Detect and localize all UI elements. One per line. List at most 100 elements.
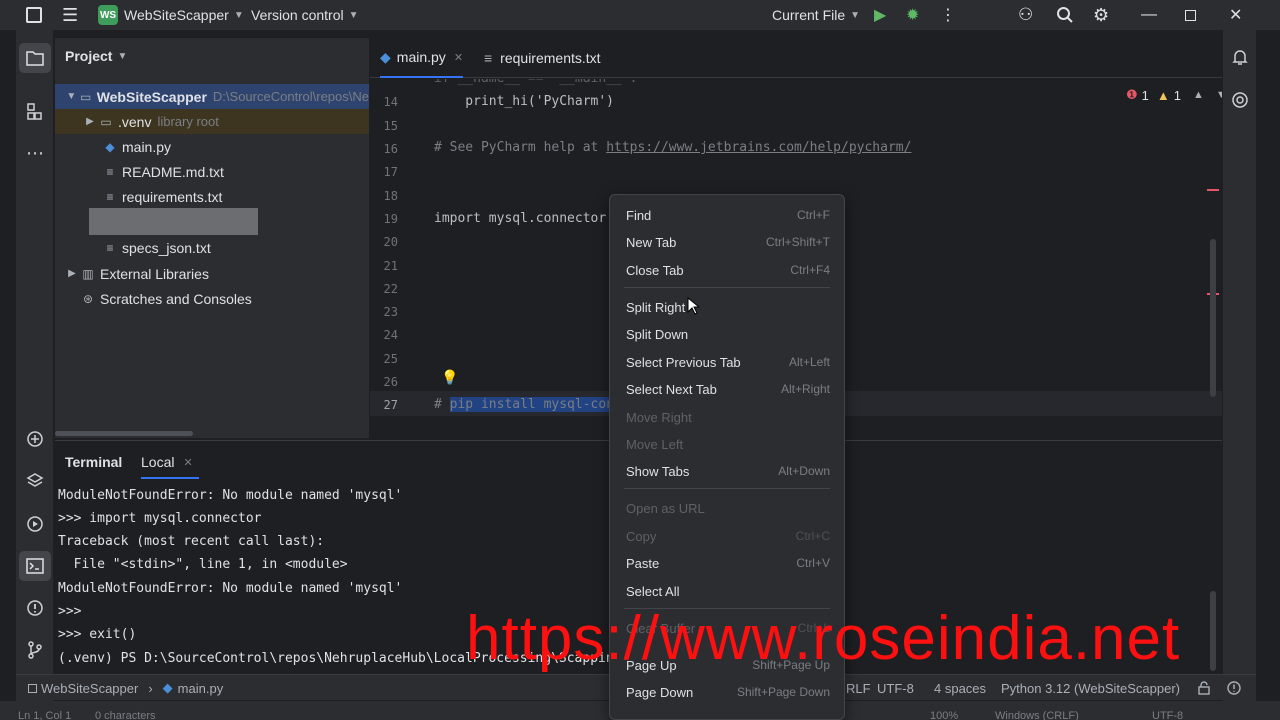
vertical-scrollbar[interactable] bbox=[1210, 239, 1216, 397]
breadcrumb-project[interactable]: WebSiteScapper bbox=[41, 681, 138, 696]
line-separator[interactable]: RLF bbox=[846, 675, 871, 701]
horizontal-scrollbar[interactable] bbox=[55, 431, 193, 436]
project-panel-title[interactable]: Project ▼ bbox=[65, 48, 127, 64]
tab-requirements[interactable]: ≡ requirements.txt bbox=[484, 38, 601, 78]
main-menu-icon[interactable]: ☰ bbox=[62, 0, 78, 30]
warning-count: 1 bbox=[1173, 87, 1181, 103]
run-config-label: Current File bbox=[772, 7, 846, 23]
notifications-icon[interactable] bbox=[1231, 48, 1249, 69]
structure-icon[interactable] bbox=[16, 97, 54, 127]
menu-item-select-previous-tab[interactable]: Select Previous Tab Alt+Left bbox=[618, 350, 836, 374]
terminal-prompt[interactable]: (.venv) PS D:\SourceControl\repos\Nehrup… bbox=[58, 651, 629, 666]
active-tab-indicator bbox=[141, 477, 199, 479]
text-file-icon: ≡ bbox=[484, 50, 493, 66]
tree-item-requirements[interactable]: ≡ requirements.txt bbox=[55, 184, 369, 209]
minimize-button[interactable]: — bbox=[1141, 0, 1157, 30]
menu-item-select-next-tab[interactable]: Select Next Tab Alt+Right bbox=[618, 377, 836, 401]
terminal-scrollbar[interactable] bbox=[1210, 591, 1216, 671]
line-number: 15 bbox=[383, 119, 398, 133]
more-tools-icon[interactable]: ⋯ bbox=[16, 138, 54, 168]
file-encoding[interactable]: UTF-8 bbox=[877, 675, 914, 701]
debug-icon[interactable]: ✹ bbox=[906, 0, 919, 30]
git-icon[interactable] bbox=[16, 635, 54, 665]
line-number: 21 bbox=[383, 259, 398, 273]
lock-icon[interactable] bbox=[1198, 675, 1210, 701]
project-panel: Project ▼ ▼ ▭ WebSiteScapper D:\SourceCo… bbox=[55, 38, 369, 438]
chevron-down-icon[interactable]: ▼ bbox=[1216, 89, 1222, 101]
error-icon: ❶ bbox=[1126, 87, 1138, 102]
line-number: 19 bbox=[383, 212, 398, 226]
menu-shortcut: Ctrl+L bbox=[797, 621, 830, 635]
close-tab-icon[interactable]: ✕ bbox=[183, 456, 192, 469]
project-switcher[interactable]: WS WebSiteScapper ▼ bbox=[98, 0, 244, 30]
python-console-icon[interactable] bbox=[16, 424, 54, 454]
tree-label: External Libraries bbox=[100, 265, 209, 282]
python-file-icon: ◆ bbox=[162, 680, 173, 695]
line-number: 25 bbox=[383, 352, 398, 366]
menu-item-split-down[interactable]: Split Down bbox=[618, 322, 836, 346]
status-icon[interactable] bbox=[1227, 675, 1241, 701]
menu-item-page-up[interactable]: Page Up Shift+Page Up bbox=[618, 653, 836, 677]
chevron-right-icon: › bbox=[148, 680, 153, 696]
vcs-menu[interactable]: Version control ▼ bbox=[251, 0, 359, 30]
line-number: 22 bbox=[383, 282, 398, 296]
tree-item-readme[interactable]: ≡ README.md.txt bbox=[55, 159, 369, 184]
tree-path: D:\SourceControl\repos\Ne bbox=[212, 89, 369, 104]
lightbulb-icon[interactable]: 💡 bbox=[441, 369, 458, 386]
chevron-up-icon[interactable]: ▲ bbox=[1193, 89, 1204, 101]
menu-separator bbox=[624, 488, 830, 489]
search-icon[interactable] bbox=[1056, 0, 1074, 30]
terminal-line: ModuleNotFoundError: No module named 'my… bbox=[58, 581, 403, 596]
text-file-icon: ≡ bbox=[106, 189, 114, 204]
text-file-icon: ≡ bbox=[106, 240, 114, 255]
tree-item-scratches[interactable]: ⊛ Scratches and Consoles bbox=[55, 286, 369, 311]
redacted-tree-item bbox=[89, 208, 258, 235]
interpreter-selector[interactable]: Python 3.12 (WebSiteScapper) bbox=[1001, 675, 1180, 701]
menu-item-close-tab[interactable]: Close Tab Ctrl+F4 bbox=[618, 258, 836, 282]
run-config-selector[interactable]: Current File ▼ bbox=[772, 0, 860, 30]
terminal-icon[interactable] bbox=[19, 551, 51, 581]
tree-item-specs-json[interactable]: ≡ specs_json.txt bbox=[55, 235, 369, 260]
line-number: 20 bbox=[383, 235, 398, 249]
gear-icon[interactable]: ⚙ bbox=[1093, 0, 1109, 30]
tab-main-py[interactable]: ◆ main.py ✕ bbox=[380, 38, 464, 78]
menu-item-split-right[interactable]: Split Right bbox=[618, 295, 836, 319]
terminal-line: >>> exit() bbox=[58, 627, 137, 642]
add-user-icon[interactable]: ⚇ bbox=[1018, 0, 1033, 30]
warning-icon: ▲ bbox=[1156, 87, 1170, 103]
layers-icon[interactable] bbox=[16, 466, 54, 496]
menu-item-find[interactable]: Find Ctrl+F bbox=[618, 203, 836, 227]
close-button[interactable]: ✕ bbox=[1229, 0, 1242, 30]
services-icon[interactable] bbox=[16, 509, 54, 539]
indent-setting[interactable]: 4 spaces bbox=[934, 675, 986, 701]
app-icon[interactable] bbox=[26, 0, 42, 30]
ai-assistant-icon[interactable] bbox=[1231, 91, 1249, 112]
mouse-cursor-icon bbox=[687, 296, 701, 318]
error-marker[interactable] bbox=[1207, 189, 1219, 191]
menu-item-new-tab[interactable]: New Tab Ctrl+Shift+T bbox=[618, 230, 836, 254]
tab-label: requirements.txt bbox=[500, 50, 601, 66]
tree-item-root[interactable]: ▼ ▭ WebSiteScapper D:\SourceControl\repo… bbox=[55, 84, 369, 109]
help-link[interactable]: https://www.jetbrains.com/help/pycharm/ bbox=[606, 140, 911, 155]
tree-item-venv[interactable]: ▶ ▭ .venv library root bbox=[55, 109, 369, 134]
menu-item-show-tabs[interactable]: Show Tabs Alt+Down bbox=[618, 459, 836, 483]
tree-item-main-py[interactable]: ◆ main.py bbox=[55, 134, 369, 159]
tree-item-external-libraries[interactable]: ▶ ▥ External Libraries bbox=[55, 261, 369, 286]
menu-item-copy: Copy Ctrl+C bbox=[618, 524, 836, 548]
more-icon[interactable]: ⋮ bbox=[940, 0, 956, 30]
menu-item-paste[interactable]: Paste Ctrl+V bbox=[618, 551, 836, 575]
project-tool-icon[interactable] bbox=[19, 43, 51, 73]
vcs-label: Version control bbox=[251, 7, 344, 23]
menu-item-select-all[interactable]: Select All bbox=[618, 579, 836, 603]
menu-item-page-down[interactable]: Page Down Shift+Page Down bbox=[618, 680, 836, 704]
close-tab-icon[interactable]: ✕ bbox=[454, 51, 463, 64]
inspection-widget[interactable]: ❶ 1 ▲ 1 ▲ ▼ bbox=[1126, 87, 1222, 103]
menu-separator bbox=[624, 608, 830, 609]
tab-local[interactable]: Local ✕ bbox=[141, 454, 193, 470]
problems-icon[interactable] bbox=[16, 593, 54, 623]
maximize-button[interactable] bbox=[1185, 0, 1196, 30]
run-icon[interactable]: ▶ bbox=[874, 0, 886, 30]
menu-shortcut: Ctrl+V bbox=[796, 556, 830, 570]
breadcrumb-file[interactable]: main.py bbox=[178, 681, 224, 696]
menu-label: Move Right bbox=[626, 409, 692, 425]
